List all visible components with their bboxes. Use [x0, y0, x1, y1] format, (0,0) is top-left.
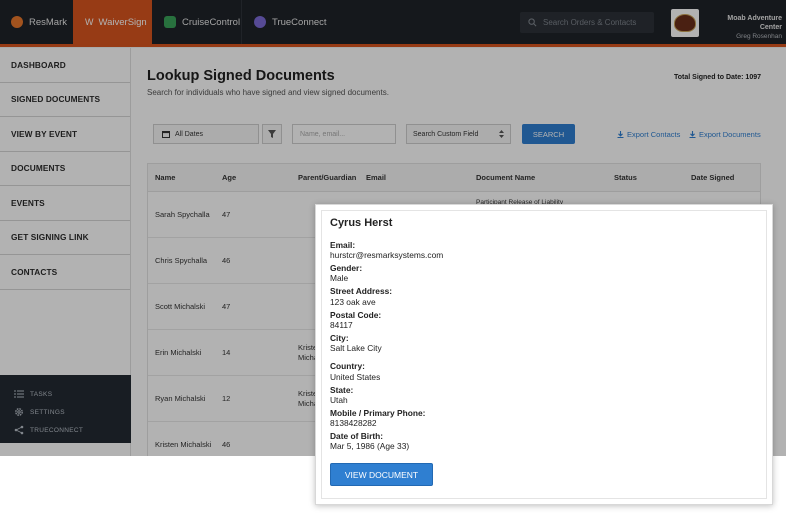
field-phone: Mobile / Primary Phone: 8138428282: [330, 408, 443, 429]
field-street-address: Street Address: 123 oak ave: [330, 286, 443, 307]
field-value: Utah: [330, 394, 348, 405]
contact-detail-modal: Cyrus Herst Email: hurstcr@resmarksystems…: [315, 204, 773, 505]
field-city: City: Salt Lake City: [330, 333, 443, 354]
field-value: Mar 5, 1986 (Age 33): [330, 441, 410, 452]
field-state: State: Utah: [330, 385, 443, 406]
field-value: hurstcr@resmarksystems.com: [330, 250, 444, 261]
field-country: Country: United States: [330, 361, 443, 382]
field-date-of-birth: Date of Birth: Mar 5, 1986 (Age 33): [330, 431, 443, 452]
field-value: 84117: [330, 319, 353, 330]
field-value: United States: [330, 371, 381, 382]
field-gender: Gender: Male: [330, 263, 443, 284]
field-label: Gender:: [330, 263, 363, 274]
modal-title: Cyrus Herst: [330, 217, 393, 229]
contact-fields: Email: hurstcr@resmarksystems.com Gender:…: [330, 240, 443, 454]
field-label: City:: [330, 332, 349, 343]
field-label: State:: [330, 384, 354, 395]
field-value: 123 oak ave: [330, 296, 376, 307]
field-email: Email: hurstcr@resmarksystems.com: [330, 240, 443, 261]
field-label: Email:: [330, 240, 356, 250]
field-label: Country:: [330, 361, 365, 372]
field-label: Street Address:: [330, 286, 393, 297]
field-value: 8138428282: [330, 418, 377, 429]
field-label: Date of Birth:: [330, 430, 384, 441]
field-value: Male: [330, 273, 349, 284]
field-value: Salt Lake City: [330, 343, 382, 354]
view-document-button[interactable]: VIEW DOCUMENT: [330, 463, 433, 486]
field-postal-code: Postal Code: 84117: [330, 310, 443, 331]
field-label: Postal Code:: [330, 309, 382, 320]
field-label: Mobile / Primary Phone:: [330, 407, 426, 418]
modal-body: Cyrus Herst Email: hurstcr@resmarksystems…: [321, 210, 767, 499]
